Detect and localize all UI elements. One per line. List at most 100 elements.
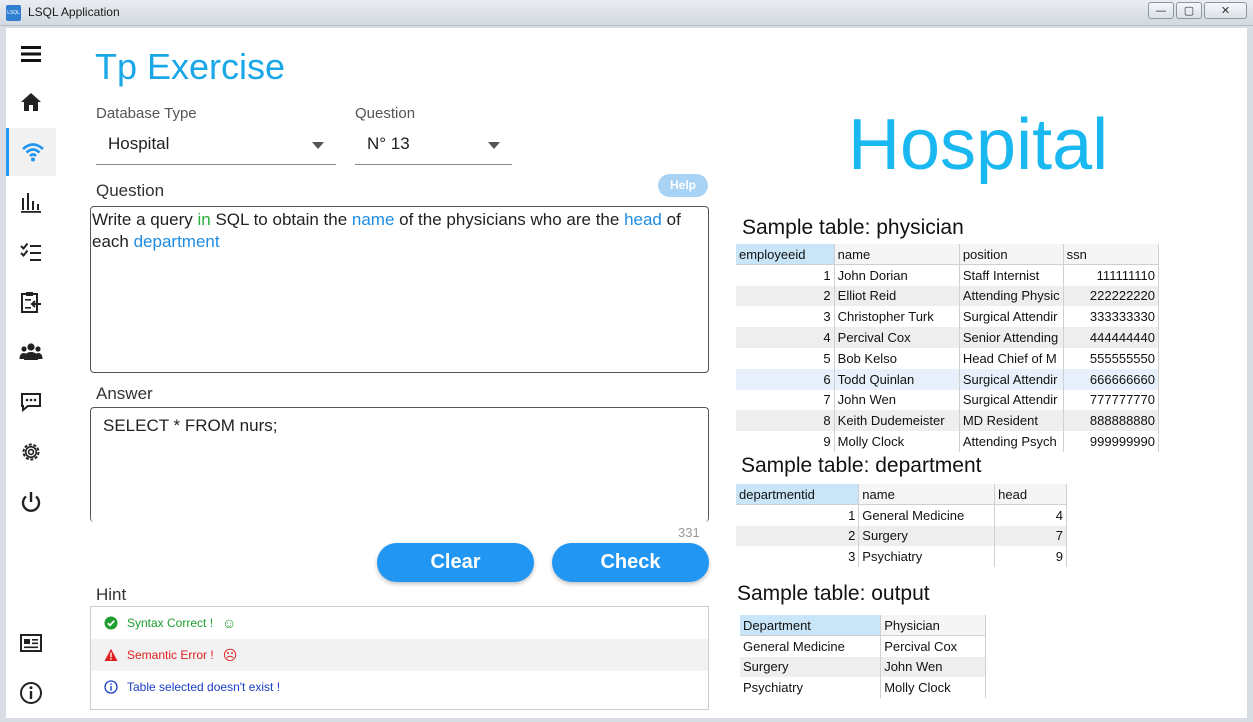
table-cell: Keith Dudemeister (834, 410, 960, 432)
help-button[interactable]: Help (658, 174, 708, 197)
table-cell: 1 (736, 264, 835, 286)
check-circle-icon (104, 616, 118, 630)
output-table: Department Physician General Medicine Perci… (740, 615, 986, 699)
table-cell: 444444440 (1063, 327, 1160, 348)
table-cell: 2 (736, 285, 835, 307)
question-text-segment: of the physicians who are the (394, 210, 625, 229)
character-counter: 331 (678, 525, 700, 540)
table-row[interactable]: 6 Todd Quinlan Surgical Attendir 666666660 (736, 368, 1160, 390)
gear-icon[interactable] (6, 428, 56, 476)
minimize-button[interactable]: — (1148, 2, 1174, 19)
table-row[interactable]: Psychiatry Molly Clock (740, 677, 986, 699)
hint-item-semantic: Semantic Error ! ☹ (91, 639, 708, 671)
main-area: Tp Exercise Database Type Hospital Quest… (6, 28, 1247, 718)
column-header[interactable]: ssn (1063, 244, 1160, 266)
table-cell: Surgical Attendir (959, 368, 1064, 390)
news-icon[interactable] (6, 619, 56, 667)
power-icon[interactable] (6, 478, 56, 526)
column-header[interactable]: Department (740, 615, 882, 637)
table-header-row: employeeid name position ssn (736, 244, 1160, 266)
window-title: LSQL Application (28, 5, 120, 19)
table-cell: 4 (736, 327, 835, 348)
warning-icon (104, 648, 118, 661)
table-row[interactable]: 3 Christopher Turk Surgical Attendir 333333… (736, 306, 1160, 328)
maximize-button[interactable]: ▢ (1176, 2, 1202, 19)
question-number-label: Question (355, 105, 416, 122)
table-cell: 9 (994, 546, 1067, 568)
column-header[interactable]: departmentid (736, 484, 860, 506)
table-row[interactable]: 8 Keith Dudemeister MD Resident 888888880 (736, 410, 1160, 432)
table-cell: Psychiatry (740, 677, 882, 699)
database-type-select[interactable]: Hospital (96, 129, 336, 165)
column-header[interactable]: Physician (880, 615, 986, 637)
close-button[interactable]: ✕ (1204, 2, 1247, 19)
hint-panel: Syntax Correct ! ☺ Semantic Error ! ☹ Ta… (90, 606, 709, 710)
table-row[interactable]: 4 Percival Cox Senior Attending 444444440 (736, 327, 1160, 348)
question-number-select[interactable]: N° 13 (355, 129, 512, 165)
physician-table-title: Sample table: physician (742, 216, 964, 239)
table-row[interactable]: 7 John Wen Surgical Attendir 777777770 (736, 389, 1160, 411)
hint-text: Semantic Error ! (127, 648, 214, 662)
checklist-icon[interactable] (6, 228, 56, 276)
chat-icon[interactable] (6, 378, 56, 426)
table-cell: Psychiatry (858, 546, 996, 568)
question-text-segment: in (197, 210, 211, 229)
table-cell: 5 (736, 347, 835, 369)
column-header[interactable]: name (834, 244, 960, 266)
question-text-segment: name (351, 210, 395, 229)
table-row[interactable]: General Medicine Percival Cox (740, 635, 986, 657)
table-cell: Molly Clock (880, 677, 986, 699)
answer-input[interactable]: SELECT * FROM nurs; (90, 407, 709, 522)
answer-label: Answer (96, 384, 153, 403)
table-cell: 7 (994, 525, 1067, 547)
table-cell: 7 (736, 389, 835, 411)
app-window: LSQL LSQL Application — ▢ ✕ Tp Exercise … (0, 0, 1253, 722)
table-cell: Percival Cox (834, 327, 960, 348)
hint-text: Table selected doesn't exist ! (127, 680, 281, 694)
bar-chart-icon[interactable] (6, 178, 56, 226)
table-cell: Elliot Reid (834, 285, 960, 307)
table-row[interactable]: 1 General Medicine 4 (736, 504, 1067, 526)
menu-icon[interactable] (6, 30, 56, 78)
users-icon[interactable] (6, 328, 56, 376)
database-title: Hospital (848, 105, 1109, 185)
check-button[interactable]: Check (552, 543, 709, 582)
home-icon[interactable] (6, 78, 56, 126)
question-text-segment: department (133, 232, 220, 251)
table-cell: 6 (736, 368, 835, 390)
table-row[interactable]: 2 Elliot Reid Attending Physic 222222220 (736, 285, 1160, 307)
clear-button[interactable]: Clear (377, 543, 534, 582)
chevron-down-icon (488, 142, 500, 149)
hint-item-syntax: Syntax Correct ! ☺ (91, 607, 708, 639)
column-header[interactable]: head (994, 484, 1067, 506)
hint-label: Hint (96, 585, 127, 604)
column-header[interactable]: employeeid (736, 244, 835, 266)
table-cell: Staff Internist (959, 264, 1064, 286)
table-cell: Surgical Attendir (959, 389, 1064, 411)
table-cell: 2 (736, 525, 860, 547)
app-logo-icon: LSQL (6, 5, 21, 21)
wifi-icon[interactable] (6, 128, 56, 176)
table-cell: 4 (994, 504, 1067, 526)
table-cell: Surgery (858, 525, 996, 547)
table-row[interactable]: 1 John Dorian Staff Internist 111111110 (736, 264, 1160, 286)
table-row[interactable]: Surgery John Wen (740, 656, 986, 678)
table-cell: 8 (736, 410, 835, 432)
column-header[interactable]: name (858, 484, 996, 506)
table-header-row: Department Physician (740, 615, 986, 637)
info-icon[interactable] (6, 669, 56, 717)
hint-item-table: Table selected doesn't exist ! (91, 671, 708, 703)
clipboard-icon[interactable] (6, 278, 56, 326)
table-row[interactable]: 3 Psychiatry 9 (736, 546, 1067, 568)
table-row[interactable]: 2 Surgery 7 (736, 525, 1067, 547)
column-header[interactable]: position (959, 244, 1064, 266)
page-title: Tp Exercise (95, 46, 286, 87)
table-cell: General Medicine (858, 504, 996, 526)
table-row[interactable]: 5 Bob Kelso Head Chief of M 555555550 (736, 347, 1160, 369)
table-row[interactable]: 9 Molly Clock Attending Psych 999999990 (736, 431, 1160, 452)
table-cell: Surgery (740, 656, 882, 678)
table-cell: Attending Psych (959, 431, 1064, 452)
chevron-down-icon (312, 142, 324, 149)
table-cell: 3 (736, 306, 835, 328)
question-text-segment: SQL to obtain the (210, 210, 352, 229)
